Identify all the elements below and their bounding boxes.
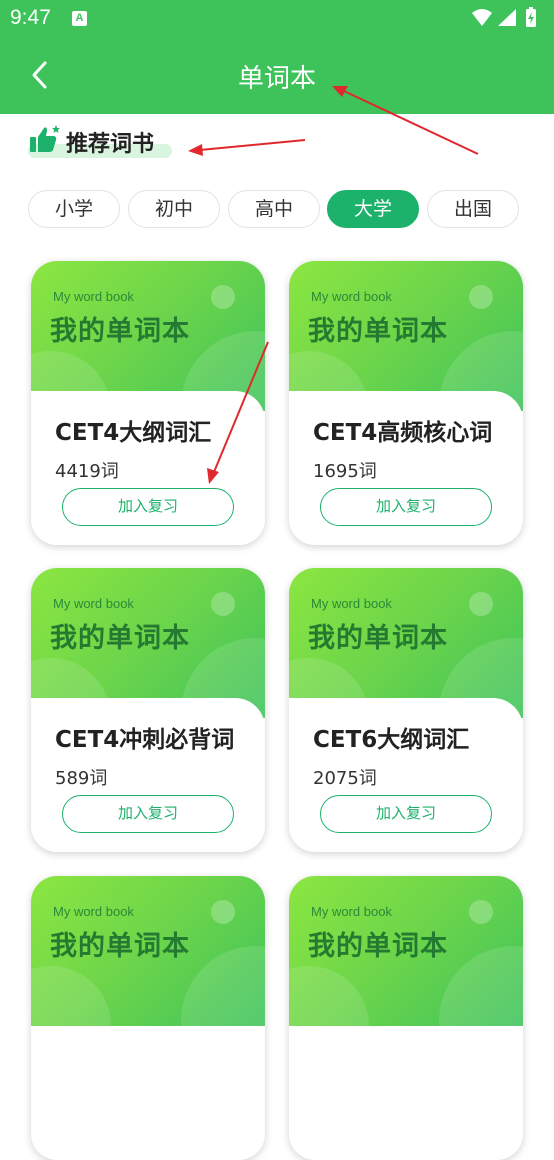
add-to-review-button[interactable]: 加入复习 [320, 795, 492, 833]
book-card[interactable]: My word book 我的单词本 [31, 876, 265, 1160]
cover-title: 我的单词本 [308, 623, 448, 654]
arrow-to-section-title [188, 139, 306, 156]
cover-title: 我的单词本 [308, 316, 448, 347]
tab-senior[interactable]: 高中 [228, 190, 320, 228]
cover-subtitle: My word book [311, 289, 392, 304]
cover-subtitle: My word book [311, 596, 392, 611]
book-cover: My word book 我的单词本 [31, 876, 265, 1026]
book-name: CET4大纲词汇 [55, 420, 212, 446]
book-card[interactable]: My word book 我的单词本 CET4高频核心词 1695词 加入复习 [289, 261, 523, 545]
cover-subtitle: My word book [311, 904, 392, 919]
cover-title: 我的单词本 [308, 931, 448, 962]
thumbs-up-icon [30, 125, 60, 152]
cover-subtitle: My word book [53, 289, 134, 304]
word-count: 589词 [55, 768, 108, 789]
tab-junior[interactable]: 初中 [128, 190, 220, 228]
status-icons [472, 7, 536, 27]
tab-university[interactable]: 大学 [327, 190, 419, 228]
status-bar: 9:47 A [0, 0, 554, 36]
book-name: CET6大纲词汇 [313, 727, 470, 753]
card-body: CET4高频核心词 1695词 加入复习 [289, 391, 523, 545]
signal-icon [498, 9, 516, 26]
add-to-review-button[interactable]: 加入复习 [62, 488, 234, 526]
book-card[interactable]: My word book 我的单词本 CET6大纲词汇 2075词 加入复习 [289, 568, 523, 852]
card-body: CET4冲刺必背词 589词 加入复习 [31, 698, 265, 852]
book-cover: My word book 我的单词本 [31, 261, 265, 411]
cover-subtitle: My word book [53, 904, 134, 919]
cover-title: 我的单词本 [50, 931, 190, 962]
cover-title: 我的单词本 [50, 316, 190, 347]
category-tabs: 小学 初中 高中 大学 出国 [28, 190, 528, 228]
book-cover: My word book 我的单词本 [31, 568, 265, 718]
book-cover: My word book 我的单词本 [289, 876, 523, 1026]
tab-primary[interactable]: 小学 [28, 190, 120, 228]
tab-abroad[interactable]: 出国 [427, 190, 519, 228]
cover-title: 我的单词本 [50, 623, 190, 654]
section-title: 推荐词书 [66, 132, 155, 157]
status-time: 9:47 [10, 6, 51, 29]
page-title: 单词本 [237, 64, 316, 94]
book-card[interactable]: My word book 我的单词本 [289, 876, 523, 1160]
add-to-review-button[interactable]: 加入复习 [320, 488, 492, 526]
word-count: 4419词 [55, 461, 119, 482]
app-bar: 单词本 [0, 36, 554, 114]
notification-app-icon: A [72, 11, 87, 26]
book-name: CET4高频核心词 [313, 420, 493, 446]
card-body: CET4大纲词汇 4419词 加入复习 [31, 391, 265, 545]
battery-icon [526, 7, 536, 27]
word-count: 2075词 [313, 768, 377, 789]
add-to-review-button[interactable]: 加入复习 [62, 795, 234, 833]
book-card[interactable]: My word book 我的单词本 CET4冲刺必背词 589词 加入复习 [31, 568, 265, 852]
card-body: CET6大纲词汇 2075词 加入复习 [289, 698, 523, 852]
book-cover: My word book 我的单词本 [289, 568, 523, 718]
cover-subtitle: My word book [53, 596, 134, 611]
word-count: 1695词 [313, 461, 377, 482]
book-name: CET4冲刺必背词 [55, 727, 235, 753]
book-cover: My word book 我的单词本 [289, 261, 523, 411]
wifi-icon [472, 9, 492, 26]
book-card[interactable]: My word book 我的单词本 CET4大纲词汇 4419词 加入复习 [31, 261, 265, 545]
